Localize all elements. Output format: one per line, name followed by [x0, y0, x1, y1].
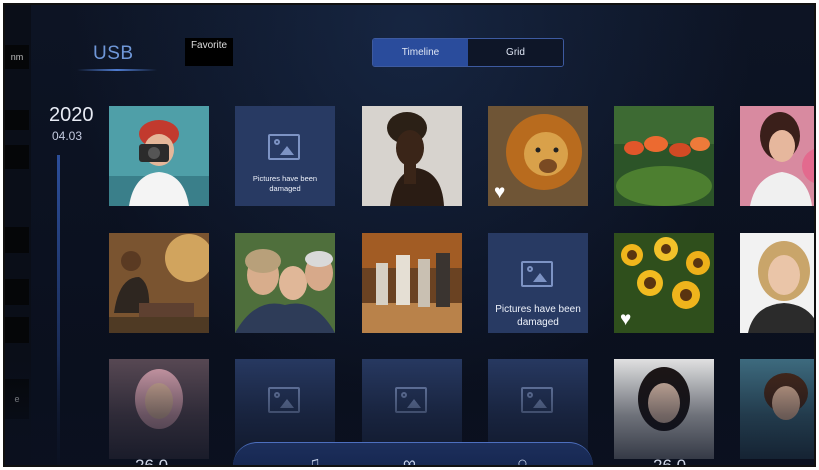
photo-thumbnail[interactable]: [362, 106, 462, 206]
photo-vintage-woman-image: [740, 359, 814, 459]
bottom-dock: ♫ ∞ ○: [233, 442, 593, 465]
favorite-heart-icon[interactable]: ♥: [620, 310, 631, 329]
photo-thumbnail[interactable]: [109, 359, 209, 459]
photo-family-walking-image: [362, 233, 462, 333]
view-toggle: Timeline Grid: [372, 38, 564, 67]
damaged-photo-tile[interactable]: Pictures have been damaged: [488, 233, 588, 333]
photo-thumbnail[interactable]: [362, 233, 462, 333]
sidebar-indicator: [5, 145, 29, 169]
photo-thumbnail[interactable]: [109, 106, 209, 206]
photo-woman-portrait-image: [362, 106, 462, 206]
damaged-photo-tile[interactable]: Pictures have been damaged: [235, 106, 335, 206]
tab-usb-underline: [77, 69, 157, 71]
photo-thumbnail[interactable]: [740, 233, 814, 333]
damaged-photo-message: Pictures have been damaged: [495, 304, 581, 328]
photo-man-sitting-image: [109, 233, 209, 333]
photo-blonde-woman-image: [740, 233, 814, 333]
favorite-heart-icon[interactable]: ♥: [494, 183, 505, 202]
sidebar-indicator: [5, 279, 29, 305]
photo-thumbnail[interactable]: [235, 233, 335, 333]
broken-image-icon: [268, 134, 300, 160]
sidebar-label-top: nm: [5, 45, 29, 69]
damaged-photo-message: Pictures have been damaged: [252, 174, 318, 193]
photo-thumbnail[interactable]: ♥: [614, 233, 714, 333]
timeline-toggle-button[interactable]: Timeline: [373, 39, 468, 66]
broken-image-icon: [521, 261, 553, 287]
photo-gallery-screen: nm e USB Favorite Timeline Grid 2020 04.…: [3, 3, 816, 467]
timeline-line: [57, 155, 60, 465]
sidebar-label-bottom: e: [5, 379, 29, 419]
photo-asian-woman-image: [614, 359, 714, 459]
broken-image-icon: [268, 387, 300, 413]
photo-woman-camera-image: [109, 106, 209, 206]
photo-woman-flowers-image: [740, 106, 814, 206]
photo-flowers-image: [614, 106, 714, 206]
timeline-year: 2020: [49, 104, 94, 126]
broken-image-icon: [521, 387, 553, 413]
music-icon[interactable]: ♫: [307, 453, 321, 465]
photo-thumbnail[interactable]: [614, 106, 714, 206]
photo-thumbnail[interactable]: ♥: [488, 106, 588, 206]
photo-thumbnail[interactable]: [740, 106, 814, 206]
photo-thumbnail[interactable]: [109, 233, 209, 333]
tab-usb[interactable]: USB: [93, 43, 134, 65]
tab-favorite[interactable]: Favorite: [185, 38, 233, 66]
right-temperature[interactable]: 26.0: [653, 456, 686, 465]
sidebar-indicator: [5, 317, 29, 343]
sidebar-indicator: [5, 227, 29, 253]
search-icon[interactable]: ○: [517, 453, 528, 465]
timeline-date: 04.03: [52, 129, 83, 143]
photo-family-image: [235, 233, 335, 333]
photo-woman-hijab-image: [109, 359, 209, 459]
left-temperature[interactable]: 26.0: [135, 456, 168, 465]
photo-thumbnail[interactable]: [740, 359, 814, 459]
photo-thumbnail[interactable]: [614, 359, 714, 459]
broken-image-icon: [395, 387, 427, 413]
link-icon[interactable]: ∞: [403, 453, 416, 465]
sidebar-indicator: [5, 110, 29, 130]
grid-toggle-button[interactable]: Grid: [468, 39, 563, 66]
